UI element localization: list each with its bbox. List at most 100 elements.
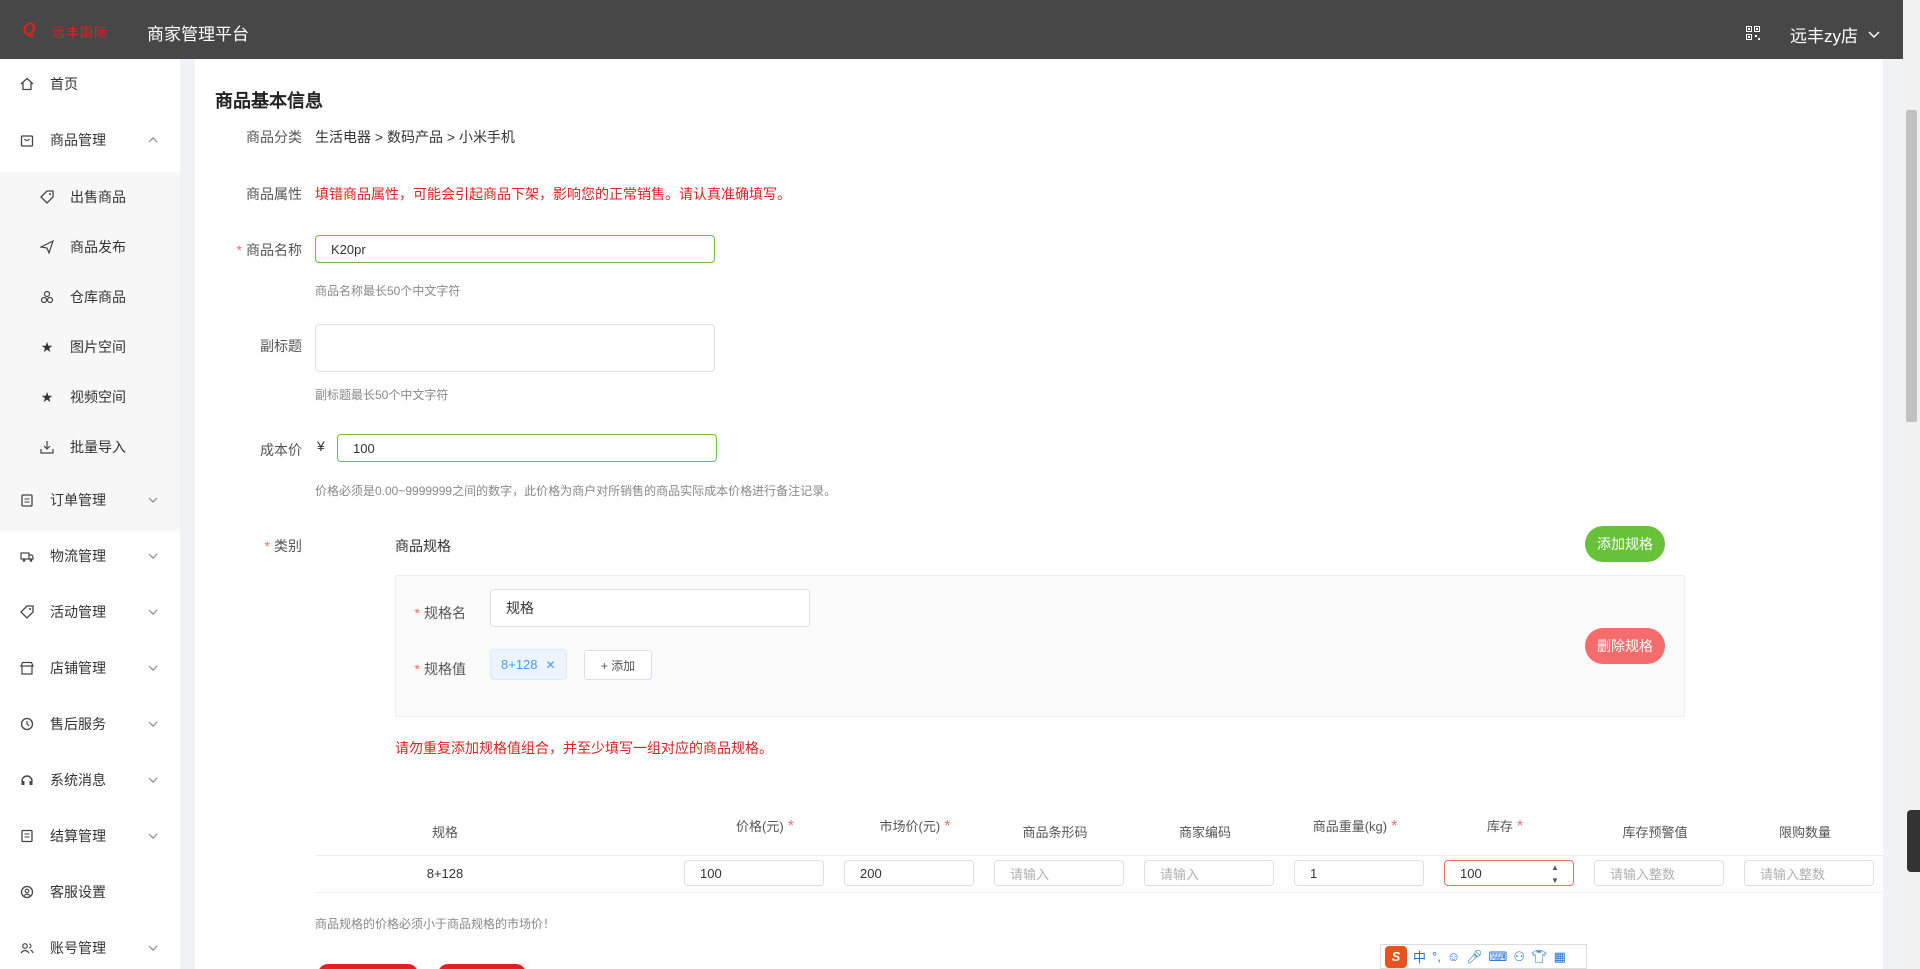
emoji-icon[interactable]: ☺ (1447, 949, 1460, 964)
star-icon: ★ (40, 338, 54, 355)
side-widget[interactable] (1907, 810, 1920, 872)
caret-up-icon[interactable]: ▲ (1551, 863, 1563, 872)
sidebar-subitem-warehouse[interactable]: 仓库商品 (0, 272, 180, 322)
close-icon[interactable]: ✕ (546, 658, 556, 672)
sidebar-item-settlement[interactable]: 结算管理 (0, 811, 180, 861)
home-icon (20, 77, 34, 91)
sidebar-item-store[interactable]: 店铺管理 (0, 643, 180, 693)
chevron-down-icon (148, 553, 158, 559)
add-spec-value-button[interactable]: + 添加 (584, 650, 652, 680)
chevron-up-icon (148, 137, 158, 143)
sidebar: 首页 商品管理 出售商品 商品发布 仓库商品 ★ 图片空间 ★ 视频空间 批量导… (0, 59, 180, 969)
attribute-label: 商品属性 (246, 186, 302, 202)
row-barcode-input[interactable]: 请输入 (994, 860, 1124, 886)
shop-menu[interactable]: 远丰zy店 (1790, 22, 1880, 47)
boxes-icon (40, 290, 54, 304)
table-header-limit: 限购数量 (1778, 825, 1831, 840)
sidebar-item-label: 订单管理 (50, 492, 106, 508)
shop-name: 远丰zy店 (1790, 27, 1858, 46)
sidebar-subitem-label: 视频空间 (70, 389, 126, 405)
category-value: 生活电器 > 数码产品 > 小米手机 (315, 129, 515, 145)
submit-button[interactable] (318, 964, 418, 969)
sidebar-item-customer-service[interactable]: 客服设置 (0, 867, 180, 917)
logo[interactable]: Ⴍ 远丰国际 (22, 19, 124, 40)
document-icon (20, 829, 34, 843)
add-spec-button[interactable]: 添加规格 (1585, 526, 1665, 562)
chevron-down-icon (1868, 30, 1880, 38)
sidebar-item-label: 客服设置 (50, 884, 106, 900)
category-label: 商品分类 (246, 129, 302, 145)
sidebar-item-label: 店铺管理 (50, 660, 106, 676)
sidebar-item-after-sales[interactable]: 售后服务 (0, 699, 180, 749)
table-header-stock-warning: 库存预警值 (1622, 825, 1688, 840)
product-name-input[interactable]: K20pr (315, 235, 715, 263)
row-stock-input[interactable]: 100 ▲ ▼ (1444, 860, 1574, 886)
sidebar-item-account[interactable]: 账号管理 (0, 923, 180, 969)
sidebar-item-label: 活动管理 (50, 604, 106, 620)
table-header-weight: 商品重量(kg) * (1312, 818, 1398, 835)
spec-value-label: * 规格值 (414, 661, 466, 677)
ime-toolbar[interactable]: S 中 °, ☺ 🎤︎ ⌨ ⚇ 👕︎ ▦ (1380, 944, 1587, 969)
row-price-input[interactable]: 100 (684, 860, 824, 886)
sidebar-subitem-import[interactable]: 批量导入 (0, 422, 180, 472)
spec-box: * 规格名 规格 * 规格值 8+128 ✕ + 添加 删除规格 (395, 575, 1685, 717)
user-icon[interactable]: ⚇ (1513, 949, 1525, 965)
row-limit-input[interactable]: 请输入整数 (1744, 860, 1874, 886)
sidebar-subitem-videos[interactable]: ★ 视频空间 (0, 372, 180, 422)
caret-down-icon[interactable]: ▼ (1551, 876, 1563, 885)
scrollbar-thumb[interactable] (1906, 110, 1917, 422)
grid-icon[interactable]: ▦ (1554, 949, 1566, 965)
sidebar-subitem-label: 仓库商品 (70, 289, 126, 305)
row-market-price-input[interactable]: 200 (844, 860, 974, 886)
bag-icon (20, 133, 34, 147)
sidebar-item-messages[interactable]: 系统消息 (0, 755, 180, 805)
secondary-button[interactable] (438, 964, 526, 969)
spec-warning: 请勿重复添加规格值组合，并至少填写一组对应的商品规格。 (395, 740, 773, 756)
shirt-icon[interactable]: 👕︎ (1531, 949, 1548, 965)
microphone-icon[interactable]: 🎤︎ (1466, 949, 1483, 965)
tag-icon (20, 605, 34, 619)
category-type-label: * 类别 (264, 538, 302, 554)
chevron-down-icon (148, 833, 158, 839)
keyboard-icon[interactable]: ⌨ (1489, 949, 1508, 965)
spec-value-tag[interactable]: 8+128 ✕ (490, 649, 567, 680)
store-icon (20, 661, 34, 675)
tag-icon (40, 190, 54, 204)
cost-price-input[interactable]: 100 (337, 434, 717, 462)
chevron-down-icon (148, 945, 158, 951)
attribute-warning: 填错商品属性，可能会引起商品下架，影响您的正常销售。请认真准确填写。 (315, 186, 791, 202)
sidebar-item-goods[interactable]: 商品管理 (0, 115, 180, 165)
row-weight-input[interactable]: 1 (1294, 860, 1424, 886)
logo-text: 远丰国际 (52, 25, 109, 40)
chevron-down-icon (148, 609, 158, 615)
sidebar-subitem-on-sale[interactable]: 出售商品 (0, 172, 180, 222)
row-stock-warning-input[interactable]: 请输入整数 (1594, 860, 1724, 886)
name-tip: 商品名称最长50个中文字符 (315, 284, 461, 298)
sidebar-subitem-label: 商品发布 (70, 239, 126, 255)
subtitle-textarea[interactable] (315, 324, 715, 372)
sogou-icon: S (1385, 945, 1407, 968)
sidebar-item-activities[interactable]: 活动管理 (0, 587, 180, 637)
spec-name-label: * 规格名 (414, 605, 466, 621)
sidebar-item-orders[interactable]: 订单管理 (0, 475, 180, 525)
number-stepper[interactable]: ▲ ▼ (1551, 863, 1563, 885)
row-merchant-code-input[interactable]: 请输入 (1144, 860, 1274, 886)
qr-code-icon[interactable] (1746, 26, 1760, 40)
sidebar-subitem-publish[interactable]: 商品发布 (0, 222, 180, 272)
currency-symbol: ¥ (317, 438, 325, 454)
sidebar-item-home[interactable]: 首页 (0, 59, 180, 109)
spec-tag-label: 8+128 (501, 657, 538, 672)
sidebar-subitem-images[interactable]: ★ 图片空间 (0, 322, 180, 372)
table-header-price: 价格(元) * (736, 818, 794, 835)
sidebar-item-label: 系统消息 (50, 772, 106, 788)
clock-icon (20, 717, 34, 731)
spec-name-input[interactable]: 规格 (490, 589, 810, 627)
table-header-merchant-code: 商家编码 (1178, 825, 1231, 840)
sidebar-item-label: 物流管理 (50, 548, 106, 564)
delete-spec-button[interactable]: 删除规格 (1585, 628, 1665, 664)
spec-title: 商品规格 (395, 538, 451, 554)
punctuation-icon[interactable]: °, (1432, 949, 1441, 964)
table-header-barcode: 商品条形码 (1022, 825, 1088, 840)
sidebar-item-logistics[interactable]: 物流管理 (0, 531, 180, 581)
import-icon (40, 440, 54, 454)
